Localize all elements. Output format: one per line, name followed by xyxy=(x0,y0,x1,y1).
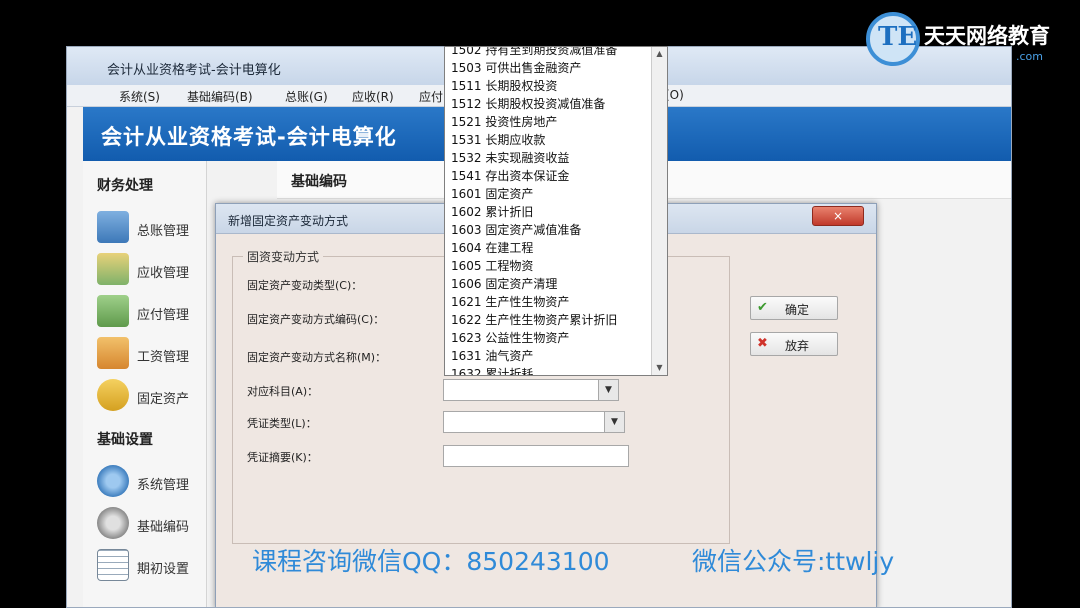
gear-icon xyxy=(97,465,129,497)
nav-label: 应收管理 xyxy=(137,266,190,281)
logo-name: 天天网络教育 xyxy=(924,23,1050,48)
account-dropdown-list[interactable]: 1502 持有至到期投资减值准备 1503 可供出售金融资产 1511 长期股权… xyxy=(444,46,668,376)
nav-label: 系统管理 xyxy=(137,478,190,493)
chevron-down-icon[interactable]: ▼ xyxy=(598,380,618,400)
list-item[interactable]: 1602 累计折旧 xyxy=(451,203,533,220)
menu-system[interactable]: 系统(S) xyxy=(119,88,160,105)
confirm-label: 确定 xyxy=(785,303,810,317)
list-item[interactable]: 1511 长期股权投资 xyxy=(451,77,557,94)
list-item[interactable]: 1532 未实现融资收益 xyxy=(451,149,569,166)
left-nav-panel: 财务处理 总账管理 应收管理 应付管理 工资管理 固定资产 基础设置 系统管理 xyxy=(83,161,207,607)
list-item[interactable]: 1541 存出资本保证金 xyxy=(451,167,569,184)
nav-item-payroll[interactable]: 工资管理 xyxy=(97,337,207,371)
nav-item-receivable[interactable]: 应收管理 xyxy=(97,253,207,287)
nav-label: 期初设置 xyxy=(137,562,190,577)
payable-money-icon xyxy=(97,295,129,327)
menu-receivable[interactable]: 应收(R) xyxy=(352,88,394,105)
public-account-watermark: 微信公众号:ttwljy xyxy=(692,547,895,576)
nav-label: 应付管理 xyxy=(137,308,190,323)
change-type-label: 固定资产变动类型(C)： xyxy=(247,279,363,292)
list-item[interactable]: 1521 投资性房地产 xyxy=(451,113,557,130)
settings-cog-icon xyxy=(97,507,129,539)
list-item[interactable]: 1603 固定资产减值准备 xyxy=(451,221,581,238)
nav-item-system-management[interactable]: 系统管理 xyxy=(97,465,207,499)
nav-item-general-ledger[interactable]: 总账管理 xyxy=(97,211,207,245)
confirm-button[interactable]: ✔ 确定 xyxy=(750,296,838,320)
chevron-down-icon[interactable]: ▼ xyxy=(604,412,624,432)
logo-url: .com xyxy=(1016,50,1043,63)
list-item[interactable]: 1512 长期股权投资减值准备 xyxy=(451,95,605,112)
list-item[interactable]: 1621 生产性生物资产 xyxy=(451,293,569,310)
list-item[interactable]: 1502 持有至到期投资减值准备 xyxy=(451,47,617,58)
list-item[interactable]: 1601 固定资产 xyxy=(451,185,533,202)
account-combobox[interactable]: ▼ xyxy=(443,379,619,401)
brand-logo: TE 天天网络教育 .com xyxy=(866,10,1076,70)
section-finance-header: 财务处理 xyxy=(97,178,153,194)
content-header-title: 基础编码 xyxy=(291,174,347,190)
list-item[interactable]: 1531 长期应收款 xyxy=(451,131,545,148)
voucher-type-label: 凭证类型(L)： xyxy=(247,417,317,430)
change-code-label: 固定资产变动方式编码(C)： xyxy=(247,313,385,326)
list-scrollbar[interactable]: ▲ ▼ xyxy=(651,47,667,375)
list-item[interactable]: 1605 工程物资 xyxy=(451,257,533,274)
banner-title: 会计从业资格考试-会计电算化 xyxy=(101,125,397,149)
nav-label: 总账管理 xyxy=(137,224,190,239)
receivable-money-icon xyxy=(97,253,129,285)
gold-coins-icon xyxy=(97,379,129,411)
contact-watermark: 课程咨询微信QQ：850243100 xyxy=(252,547,610,576)
voucher-summary-label: 凭证摘要(K)： xyxy=(247,451,318,464)
list-item[interactable]: 1606 固定资产清理 xyxy=(451,275,557,292)
logo-mark: TE xyxy=(878,22,918,52)
spreadsheet-icon xyxy=(97,549,129,581)
dialog-title: 新增固定资产变动方式 xyxy=(228,214,349,228)
nav-label: 工资管理 xyxy=(137,350,190,365)
scroll-down-icon[interactable]: ▼ xyxy=(652,361,667,375)
nav-label: 基础编码 xyxy=(137,520,190,535)
list-item[interactable]: 1623 公益性生物资产 xyxy=(451,329,569,346)
payroll-card-icon xyxy=(97,337,129,369)
logo-mark-icon: TE xyxy=(866,12,920,66)
list-item[interactable]: 1622 生产性生物资产累计折旧 xyxy=(451,311,617,328)
nav-item-fixed-assets[interactable]: 固定资产 xyxy=(97,379,207,413)
nav-label: 固定资产 xyxy=(137,392,190,407)
groupbox-title: 固资变动方式 xyxy=(243,248,324,265)
menu-payable[interactable]: 应付 xyxy=(419,88,443,105)
nav-item-payable[interactable]: 应付管理 xyxy=(97,295,207,329)
change-name-label: 固定资产变动方式名称(M)： xyxy=(247,351,387,364)
cancel-button[interactable]: ✖ 放弃 xyxy=(750,332,838,356)
voucher-summary-input[interactable] xyxy=(443,445,629,467)
section-basic-header: 基础设置 xyxy=(97,432,153,448)
ledger-book-icon xyxy=(97,211,129,243)
close-x-icon: ✖ xyxy=(757,336,768,351)
list-item[interactable]: 1631 油气资产 xyxy=(451,347,533,364)
scroll-up-icon[interactable]: ▲ xyxy=(652,47,667,61)
list-item[interactable]: 1503 可供出售金融资产 xyxy=(451,59,581,76)
list-item[interactable]: 1632 累计折耗 xyxy=(451,365,533,375)
cancel-label: 放弃 xyxy=(785,339,810,353)
nav-item-opening-setup[interactable]: 期初设置 xyxy=(97,549,207,583)
menu-basic-coding[interactable]: 基础编码(B) xyxy=(187,88,253,105)
nav-item-basic-coding[interactable]: 基础编码 xyxy=(97,507,207,541)
voucher-type-combobox[interactable]: ▼ xyxy=(443,411,625,433)
account-label: 对应科目(A)： xyxy=(247,385,319,398)
menu-general-ledger[interactable]: 总账(G) xyxy=(285,88,328,105)
list-item[interactable]: 1604 在建工程 xyxy=(451,239,533,256)
close-button[interactable]: × xyxy=(812,206,864,226)
checkmark-icon: ✔ xyxy=(757,300,768,315)
window-title: 会计从业资格考试-会计电算化 xyxy=(107,63,281,78)
